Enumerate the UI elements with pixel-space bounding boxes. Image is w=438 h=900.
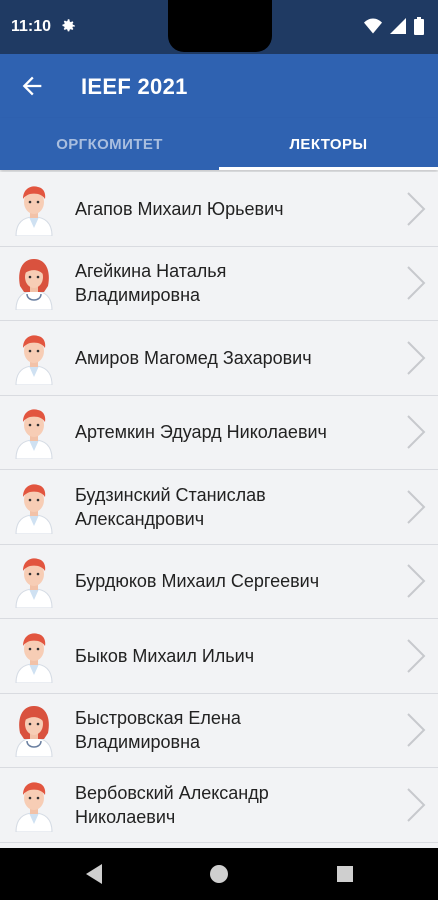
chevron-right-icon xyxy=(407,788,426,822)
list-item[interactable]: Бурдюков Михаил Сергеевич xyxy=(0,544,438,619)
list-item[interactable]: Агапов Михаил Юрьевич xyxy=(0,172,438,247)
female-doctor-avatar-icon xyxy=(15,706,53,758)
list-item[interactable]: Вербовский Александр Николаевич xyxy=(0,768,438,843)
female-doctor-avatar-icon xyxy=(15,259,53,311)
signal-icon xyxy=(390,18,406,34)
gear-icon xyxy=(62,19,75,32)
lecturer-name: Будзинский Станислав Александрович xyxy=(75,484,266,529)
lecturer-name: Агейкина Наталья Владимировна xyxy=(75,261,227,306)
system-nav-bar xyxy=(0,848,438,900)
lecturer-name: Амиров Магомед Захарович xyxy=(75,347,312,368)
lecturer-name: Артемкин Эдуард Николаевич xyxy=(75,422,327,443)
arrow-left-icon[interactable] xyxy=(18,72,46,100)
male-doctor-avatar-icon xyxy=(15,335,53,385)
lecturer-name: Агапов Михаил Юрьевич xyxy=(75,198,284,219)
male-doctor-avatar-icon xyxy=(15,409,53,460)
list-item[interactable]: Будзинский Станислав Александрович xyxy=(0,470,438,545)
lecturer-name: Быстровская Елена Владимировна xyxy=(75,708,241,753)
male-doctor-avatar-icon xyxy=(15,484,53,534)
chevron-right-icon xyxy=(407,564,426,598)
chevron-right-icon xyxy=(407,341,426,375)
nav-back-icon[interactable] xyxy=(84,863,104,885)
chevron-right-icon xyxy=(407,639,426,673)
battery-icon xyxy=(414,17,424,35)
chevron-right-icon xyxy=(407,490,426,524)
male-doctor-avatar-icon xyxy=(15,782,53,832)
app-bar: IEEF 2021 xyxy=(0,54,438,118)
camera-notch xyxy=(168,0,272,52)
status-icons xyxy=(364,17,424,35)
wifi-icon xyxy=(364,18,382,34)
chevron-right-icon xyxy=(407,713,426,747)
list-item[interactable]: Амиров Магомед Захарович xyxy=(0,321,438,396)
list-item[interactable]: Артемкин Эдуард Николаевич xyxy=(0,395,438,470)
lecturer-name: Быков Михаил Ильич xyxy=(75,645,255,666)
male-doctor-avatar-icon xyxy=(15,558,53,609)
male-doctor-avatar-icon xyxy=(15,633,53,683)
page-title: IEEF 2021 xyxy=(81,74,188,99)
list-item[interactable]: Агейкина Наталья Владимировна xyxy=(0,246,438,321)
nav-recents-icon[interactable] xyxy=(336,865,354,883)
tab-label: ЛЕКТОРЫ xyxy=(289,135,368,153)
list-item[interactable]: Быков Михаил Ильич xyxy=(0,619,438,694)
chevron-right-icon xyxy=(407,192,426,226)
status-time: 11:10 xyxy=(11,18,52,35)
lecturer-name: Вербовский Александр Николаевич xyxy=(75,782,269,827)
list-item[interactable]: Быстровская Елена Владимировна xyxy=(0,693,438,768)
lecturer-list[interactable]: Агапов Михаил Юрьевич Агейкина Наталья Вл… xyxy=(0,172,438,848)
lecturer-name: Бурдюков Михаил Сергеевич xyxy=(75,571,320,592)
male-doctor-avatar-icon xyxy=(15,186,53,236)
tab-bar: ОРГКОМИТЕТ ЛЕКТОРЫ xyxy=(0,118,438,170)
chevron-right-icon xyxy=(407,415,426,449)
tab-organizing-committee[interactable]: ОРГКОМИТЕТ xyxy=(0,118,219,170)
tab-active-indicator xyxy=(219,167,438,170)
chevron-right-icon xyxy=(407,266,426,300)
nav-home-icon[interactable] xyxy=(209,864,229,884)
status-bar: 11:10 xyxy=(0,0,438,54)
tab-label: ОРГКОМИТЕТ xyxy=(56,135,163,153)
tab-lecturers[interactable]: ЛЕКТОРЫ xyxy=(219,118,438,170)
